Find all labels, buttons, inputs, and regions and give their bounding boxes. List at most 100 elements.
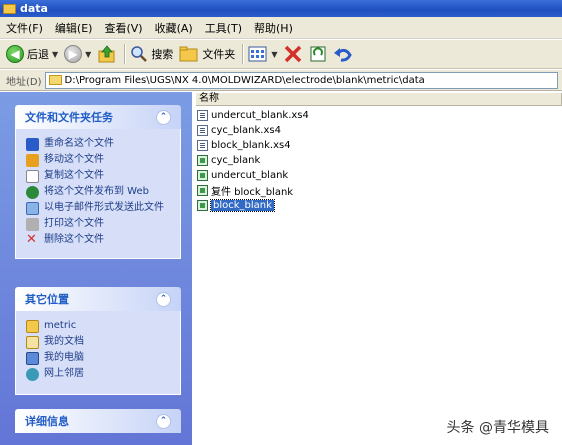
file-item[interactable]: cyc_blank.xs4 — [197, 123, 309, 138]
watermark-text: 头条 @青华模具 — [446, 420, 549, 436]
printer-icon — [26, 218, 39, 231]
part-file-icon — [197, 185, 208, 196]
details-header[interactable]: 详细信息 ⌃ — [15, 409, 181, 433]
file-name: undercut_blank — [211, 170, 289, 181]
collapse-chevron-icon[interactable]: ⌃ — [156, 413, 171, 429]
task-copy-label: 复制这个文件 — [44, 170, 104, 181]
task-rename[interactable]: 重命名这个文件 — [26, 138, 172, 151]
delete-x-icon — [285, 45, 302, 63]
documents-icon — [26, 336, 39, 349]
file-item[interactable]: block_blank.xs4 — [197, 138, 309, 153]
text-file-icon — [197, 125, 208, 136]
task-publish-label: 将这个文件发布到 Web — [44, 186, 149, 197]
part-file-icon — [197, 200, 208, 211]
forward-button[interactable]: ▶ ▼ — [64, 45, 91, 63]
file-tasks-list: 重命名这个文件 移动这个文件 复制这个文件 将这个文件发布到 Web 以电子邮件… — [15, 129, 181, 259]
toolbar: ◀ 后退 ▼ ▶ ▼ 搜索 文件夹 ▼ — [0, 40, 562, 69]
collapse-chevron-icon[interactable]: ⌃ — [156, 291, 171, 307]
window-title: data — [20, 2, 48, 15]
file-tasks-panel: 文件和文件夹任务 ⌃ 重命名这个文件 移动这个文件 复制这个文件 将这个文件发布… — [15, 105, 181, 259]
file-name: cyc_blank.xs4 — [211, 125, 281, 136]
back-label: 后退 — [27, 48, 49, 61]
search-button[interactable]: 搜索 — [130, 45, 173, 63]
other-places-header[interactable]: 其它位置 ⌃ — [15, 287, 181, 311]
task-print[interactable]: 打印这个文件 — [26, 218, 172, 231]
task-copy[interactable]: 复制这个文件 — [26, 170, 172, 183]
file-tasks-title: 文件和文件夹任务 — [25, 111, 113, 124]
file-tasks-header[interactable]: 文件和文件夹任务 ⌃ — [15, 105, 181, 129]
menu-favorites[interactable]: 收藏(A) — [155, 20, 193, 36]
other-places-panel: 其它位置 ⌃ metric 我的文档 我的电脑 网上邻居 — [15, 287, 181, 395]
other-places-list: metric 我的文档 我的电脑 网上邻居 — [15, 311, 181, 395]
folders-icon — [179, 46, 198, 62]
file-list: undercut_blank.xs4 cyc_blank.xs4 block_bla… — [197, 108, 309, 213]
email-icon — [26, 202, 39, 215]
properties-button[interactable] — [309, 45, 327, 63]
folder-icon — [48, 75, 62, 85]
file-item[interactable]: block_blank — [197, 198, 309, 213]
folders-label: 文件夹 — [202, 48, 236, 61]
undo-button[interactable] — [333, 45, 353, 63]
search-label: 搜索 — [151, 48, 174, 61]
text-file-icon — [197, 110, 208, 121]
place-metric-label: metric — [44, 320, 77, 331]
task-print-label: 打印这个文件 — [44, 218, 104, 229]
place-metric[interactable]: metric — [26, 320, 172, 333]
views-icon — [248, 46, 267, 62]
file-name: block_blank — [210, 199, 275, 212]
chevron-down-icon[interactable]: ▼ — [52, 50, 58, 59]
forward-arrow-icon: ▶ — [64, 45, 83, 63]
menu-edit[interactable]: 编辑(E) — [55, 20, 93, 36]
folder-up-icon — [98, 45, 115, 63]
task-publish[interactable]: 将这个文件发布到 Web — [26, 186, 172, 199]
copy-icon — [26, 170, 39, 183]
back-button[interactable]: ◀ 后退 ▼ — [6, 45, 58, 63]
file-name: 复件 block_blank — [211, 187, 294, 198]
up-button[interactable] — [97, 44, 117, 64]
folder-icon — [3, 3, 16, 14]
globe-icon — [26, 186, 39, 199]
task-email-label: 以电子邮件形式发送此文件 — [44, 202, 164, 213]
task-email[interactable]: 以电子邮件形式发送此文件 — [26, 202, 172, 215]
title-bar: data — [0, 0, 562, 17]
move-icon — [26, 154, 39, 167]
address-input[interactable]: D:\Program Files\UGS\NX 4.0\MOLDWIZARD\e… — [44, 71, 558, 89]
back-arrow-icon: ◀ — [6, 45, 24, 63]
task-move-label: 移动这个文件 — [44, 154, 104, 165]
menu-view[interactable]: 查看(V) — [104, 20, 142, 36]
part-file-icon — [197, 170, 208, 181]
place-network-label: 网上邻居 — [44, 368, 84, 379]
undo-icon — [334, 48, 353, 62]
chevron-down-icon[interactable]: ▼ — [85, 50, 91, 59]
menu-tools[interactable]: 工具(T) — [205, 20, 242, 36]
place-my-documents[interactable]: 我的文档 — [26, 336, 172, 349]
menu-help[interactable]: 帮助(H) — [254, 20, 293, 36]
delete-x-icon: ✕ — [26, 232, 37, 247]
views-button[interactable]: ▼ — [248, 45, 277, 63]
other-places-title: 其它位置 — [25, 293, 69, 306]
task-move[interactable]: 移动这个文件 — [26, 154, 172, 167]
file-item[interactable]: cyc_blank — [197, 153, 309, 168]
file-item[interactable]: 复件 block_blank — [197, 183, 309, 198]
folders-button[interactable]: 文件夹 — [179, 45, 235, 63]
file-item[interactable]: undercut_blank — [197, 168, 309, 183]
details-panel: 详细信息 ⌃ — [15, 409, 181, 433]
toolbar-separator — [124, 44, 126, 64]
place-network[interactable]: 网上邻居 — [26, 368, 172, 381]
file-item[interactable]: undercut_blank.xs4 — [197, 108, 309, 123]
task-delete-label: 删除这个文件 — [44, 234, 104, 245]
chevron-down-icon[interactable]: ▼ — [271, 50, 277, 59]
folder-icon — [26, 320, 39, 333]
text-file-icon — [197, 140, 208, 151]
place-my-computer[interactable]: 我的电脑 — [26, 352, 172, 365]
properties-icon — [310, 46, 326, 62]
menu-file[interactable]: 文件(F) — [6, 20, 43, 36]
collapse-chevron-icon[interactable]: ⌃ — [156, 109, 171, 125]
computer-icon — [26, 352, 39, 365]
task-pane: 文件和文件夹任务 ⌃ 重命名这个文件 移动这个文件 复制这个文件 将这个文件发布… — [0, 92, 192, 445]
column-header-name[interactable]: 名称 — [196, 93, 562, 106]
toolbar-separator — [242, 44, 244, 64]
delete-button[interactable] — [283, 45, 303, 63]
task-rename-label: 重命名这个文件 — [44, 138, 114, 149]
task-delete[interactable]: ✕ 删除这个文件 — [26, 232, 172, 247]
